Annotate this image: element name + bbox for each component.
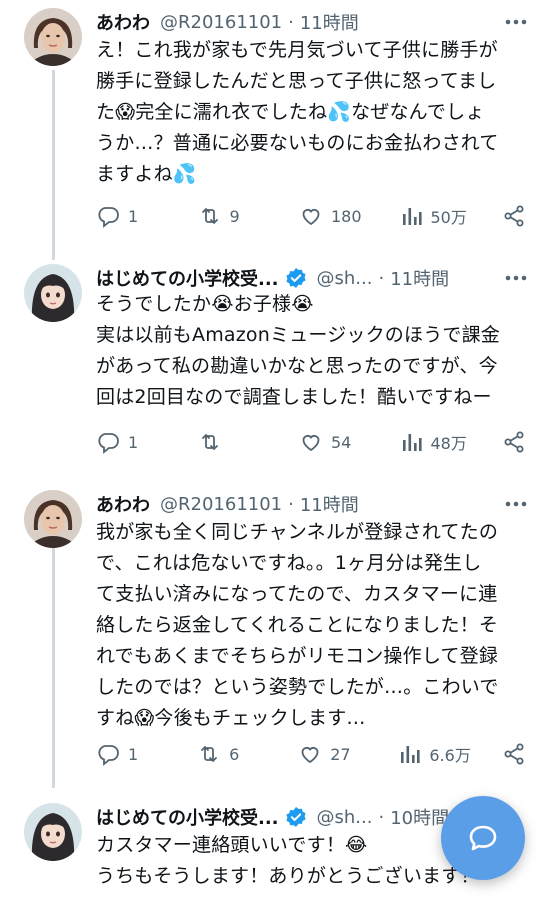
avatar[interactable] [24,490,82,548]
separator-dot: · [288,493,294,515]
avatar[interactable] [24,803,82,861]
tweet[interactable]: はじめての小学校受... @sh... · 11時間 そうでしたか😭お子様😭 実… [0,256,550,480]
reply-button[interactable]: 1 [96,204,166,228]
like-count: 54 [331,432,352,452]
views-icon [402,208,422,225]
floating-compose-button[interactable] [441,796,525,880]
tweet-line: 実は以前もAmazonミュージックのほうで課金 [96,324,501,346]
user-handle[interactable]: @R20161101 [160,494,282,515]
separator-dot: · [378,267,385,289]
retweet-icon [201,208,218,224]
verified-badge-icon [285,267,307,289]
tweet-line: て支払い済みになってたので、カスタマーに連 [96,583,498,605]
heart-icon [301,747,319,764]
reply-count: 1 [128,744,139,764]
views-button[interactable]: 6.6万 [399,742,471,766]
like-button[interactable]: 54 [299,430,369,454]
more-options-icon[interactable] [502,264,530,292]
tweet-text: そうでしたか😭お子様😭 実は以前もAmazonミュージックのほうで課金 があって… [96,289,528,413]
retweet-count: 6 [229,744,240,764]
avatar[interactable] [24,264,82,322]
timestamp[interactable]: 11時間 [390,265,449,291]
user-handle[interactable]: @sh... [317,268,373,289]
tweet[interactable]: あわわ @R20161101 · 11時間 え！これ我が家もで先月気づいて子供に… [0,0,550,250]
tweet-line: え！これ我が家もで先月気づいて子供に勝手が [96,39,498,61]
share-button[interactable] [502,430,526,454]
retweet-button[interactable]: 9 [198,204,268,228]
action-bar: 1 54 48万 [96,428,526,456]
heart-icon [302,209,320,226]
reply-icon [98,745,119,766]
tweet-line: うか…？普通に必要ないものにお金払わされて [96,132,499,154]
reply-icon [98,207,119,228]
timestamp[interactable]: 11時間 [300,491,359,517]
heart-icon [302,435,320,452]
reply-count: 1 [128,432,139,452]
tweet-line: 絡したら返金してくれることになりました！そ [96,614,499,636]
tweet[interactable]: あわわ @R20161101 · 11時間 我が家も全く同じチャンネルが登録され… [0,482,550,782]
like-count: 180 [331,206,362,226]
view-count: 48万 [430,434,467,453]
tweet-line: したのでは？という姿勢でしたが…。こわいで [96,676,499,698]
tweet-line: そうでしたか😭お子様😭 [96,293,314,315]
verified-badge-icon [285,806,307,828]
avatar[interactable] [24,8,82,66]
tweet-header: あわわ @R20161101 · 11時間 [96,490,530,518]
share-button[interactable] [502,204,526,228]
reply-icon [98,433,119,454]
tweet-line: 勝手に登録したんだと思って子供に怒ってまし [96,70,497,92]
separator-dot: · [378,806,385,828]
display-name[interactable]: はじめての小学校受... [96,804,279,830]
share-icon [504,431,524,453]
tweet-line: た😱完全に濡れ衣でしたね💦なぜなんでしょ [96,101,485,123]
tweet-line: 我が家も全く同じチャンネルが登録されてたの [96,521,499,543]
like-button[interactable]: 180 [299,204,369,228]
display-name[interactable]: あわわ [96,491,150,517]
retweet-icon [201,746,218,762]
chat-bubble-icon [469,825,497,851]
share-icon [504,743,524,765]
tweet-line: れでもあくまでそちらがリモコン操作して登録 [96,645,499,667]
like-button[interactable]: 27 [298,742,368,766]
views-button[interactable]: 48万 [401,430,471,454]
user-handle[interactable]: @R20161101 [160,12,282,33]
tweet-text: 我が家も全く同じチャンネルが登録されてたの で、これは危ないですね。。1ヶ月分は… [96,517,528,734]
reply-count: 1 [128,206,139,226]
tweet-line: があって私の勘違いかなと思ったのですが、今 [96,355,498,377]
timestamp[interactable]: 11時間 [300,9,359,35]
action-bar: 1 6 27 6.6万 [96,740,526,768]
retweet-button[interactable]: 6 [197,742,267,766]
tweet-header: あわわ @R20161101 · 11時間 [96,8,530,36]
user-handle[interactable]: @sh... [317,807,373,828]
separator-dot: · [288,11,294,33]
retweet-button[interactable] [198,430,268,454]
reply-button[interactable]: 1 [96,742,166,766]
reply-feed: あわわ @R20161101 · 11時間 え！これ我が家もで先月気づいて子供に… [0,0,550,899]
timestamp[interactable]: 10時間 [390,804,449,830]
views-icon [402,434,422,451]
tweet-line: ますよね💦 [96,163,197,185]
view-count: 50万 [430,208,467,227]
reply-button[interactable]: 1 [96,430,166,454]
tweet-text: え！これ我が家もで先月気づいて子供に勝手が 勝手に登録したんだと思って子供に怒っ… [96,35,528,190]
share-icon [504,205,524,227]
views-icon [401,746,420,763]
display-name[interactable]: はじめての小学校受... [96,265,279,291]
tweet-line: 回は2回目なので調査しました！酷いですねー [96,386,492,408]
more-options-icon[interactable] [502,8,530,36]
view-count: 6.6万 [429,746,471,765]
display-name[interactable]: あわわ [96,9,150,35]
retweet-count: 9 [229,206,240,226]
share-button[interactable] [502,742,526,766]
views-button[interactable]: 50万 [401,204,471,228]
tweet-header: はじめての小学校受... @sh... · 11時間 [96,264,530,292]
tweet-line: すね😱今後もチェックします… [96,707,366,729]
like-count: 27 [330,744,351,764]
retweet-icon [201,434,218,450]
tweet-line: で、これは危ないですね。。1ヶ月分は発生し [96,552,482,574]
more-options-icon[interactable] [502,490,530,518]
action-bar: 1 9 180 50万 [96,202,526,230]
